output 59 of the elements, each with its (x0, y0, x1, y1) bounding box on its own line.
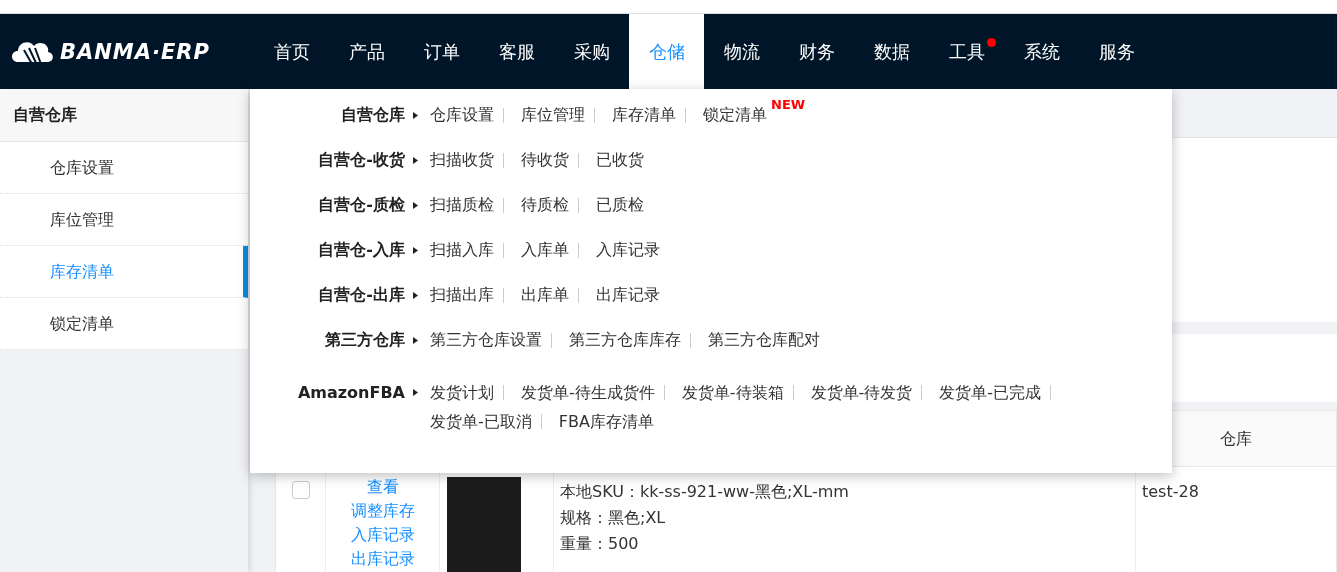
menu-link[interactable]: 第三方仓库库存 (569, 319, 681, 361)
menu-link[interactable]: 库位管理 (521, 94, 585, 136)
sidebar-item[interactable]: 库位管理 (0, 194, 248, 246)
sku-info-text: 重量：500 (560, 533, 640, 555)
menu-link[interactable]: 库存清单 (612, 94, 676, 136)
menu-link[interactable]: 扫描收货 (430, 139, 494, 181)
nav-tab[interactable]: 物流 (704, 14, 779, 89)
warehouse-cell: test-28 (1142, 482, 1199, 501)
menu-link[interactable]: 第三方仓库配对 (708, 319, 820, 361)
nav-tab[interactable]: 工具 (929, 14, 1004, 89)
chevron-icon (413, 156, 418, 164)
menu-link[interactable]: 已质检 (596, 184, 644, 226)
menu-link[interactable]: 锁定清单 (703, 94, 767, 136)
menu-link[interactable]: 待收货 (521, 139, 569, 181)
menu-group-title: 自营仓库 (341, 104, 405, 126)
sku-info-text: 本地SKU：kk-ss-921-ww-黑色;XL-mm (560, 481, 850, 503)
menu-link[interactable]: 扫描出库 (430, 274, 494, 316)
menu-link[interactable]: 入库记录 (596, 229, 660, 271)
nav-tab[interactable]: 系统 (1004, 14, 1079, 89)
chevron-icon (413, 389, 418, 396)
menu-group-title: 自营仓-出库 (318, 284, 405, 306)
column-header: 仓库 (1219, 428, 1253, 450)
menu-link[interactable]: 发货单-待装箱 (681, 376, 784, 409)
nav-tab[interactable]: 数据 (854, 14, 929, 89)
menu-link[interactable]: 已收货 (596, 139, 644, 181)
nav-tab[interactable]: 首页 (254, 14, 329, 89)
menu-link[interactable]: 发货单-待发货 (810, 376, 913, 409)
nav-tab[interactable]: 财务 (779, 14, 854, 89)
logo-text: BANMA·ERP (60, 39, 210, 64)
menu-link[interactable]: 出库单 (521, 274, 569, 316)
menu-group-title: 第三方仓库 (325, 329, 405, 351)
menu-link[interactable]: 发货单-已完成 (939, 376, 1042, 409)
menu-link[interactable]: 扫描入库 (430, 229, 494, 271)
new-label: NEW (771, 96, 806, 114)
chevron-icon (413, 291, 418, 299)
chevron-icon (413, 336, 418, 344)
nav-tab[interactable]: 采购 (554, 14, 629, 89)
row-checkbox[interactable] (291, 481, 310, 499)
menu-group-title: 自营仓-收货 (318, 149, 405, 171)
menu-group-title: 自营仓-入库 (318, 239, 405, 261)
menu-link[interactable]: 出库记录 (596, 274, 660, 316)
chevron-icon (413, 246, 418, 254)
menu-link[interactable]: 仓库设置 (430, 94, 494, 136)
nav-tab[interactable]: 产品 (329, 14, 404, 89)
nav-tab[interactable]: 订单 (404, 14, 479, 89)
chevron-icon (413, 111, 418, 119)
menu-link[interactable]: 入库单 (521, 229, 569, 271)
chevron-icon (413, 201, 418, 209)
nav-tab[interactable]: 客服 (479, 14, 554, 89)
menu-link[interactable]: 待质检 (521, 184, 569, 226)
menu-link[interactable]: 扫描质检 (430, 184, 494, 226)
sku-info-text: 规格：黑色;XL (560, 507, 667, 529)
sidebar-title: 自营仓库 (0, 89, 248, 142)
menu-group-title: 自营仓-质检 (318, 194, 405, 216)
menu-group-title: AmazonFBA (297, 382, 405, 404)
nav-tab[interactable]: 服务 (1079, 14, 1154, 89)
sidebar-item[interactable]: 锁定清单 (0, 298, 248, 350)
menu-link[interactable]: 第三方仓库设置 (430, 319, 542, 361)
sidebar-item[interactable]: 仓库设置 (0, 142, 248, 194)
